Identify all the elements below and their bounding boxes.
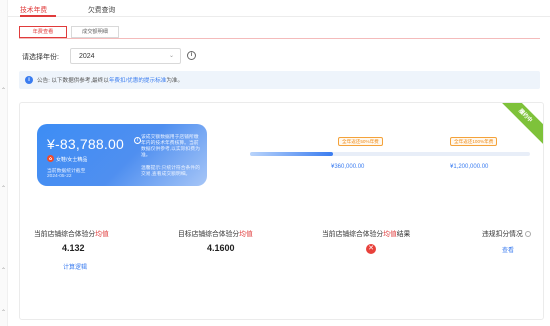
metric-label-highlight: 均值 — [239, 231, 253, 238]
metric-label: 目标店铺综合体验分均值 — [178, 228, 253, 238]
caret-up-icon[interactable]: ⌃ — [1, 310, 7, 316]
notice-text-before: 以下数据供参考,最终以 — [51, 78, 109, 84]
caret-up-icon[interactable]: ⌃ — [1, 186, 7, 192]
view-violation-link[interactable]: 查看 — [502, 245, 514, 254]
active-tab-indicator — [20, 15, 56, 17]
gmv-amount: ¥-83,788.00 — [47, 136, 124, 152]
metric-current-score-value: 4.132 — [62, 243, 85, 253]
metric-label-text: 当前店铺综合体验分 — [322, 231, 384, 238]
metric-label-text: 违规扣分情况 — [482, 231, 523, 238]
tab-annual-fee-view[interactable]: 年费查看 — [19, 26, 67, 38]
info-icon: i — [25, 76, 33, 84]
left-sidebar-gutter: ⌃ ⌃ ⌃ ⌃ — [0, 0, 8, 326]
year-select-value: 2024 — [79, 53, 95, 60]
metric-score-result: 当前店铺综合体验分均值结果 — [322, 228, 410, 238]
milestone-tag-50: 全年返还50%年费 — [338, 137, 383, 146]
metric-current-score: 当前店铺综合体验分均值 — [34, 228, 109, 238]
main-tab-bar: 技术年费 欠费查询 — [8, 0, 550, 17]
notice-text: 公告: 以下数据供参考,最终以年费扣/优惠的提示标准为准。 — [37, 76, 183, 84]
notice-highlight-link[interactable]: 年费扣/优惠的提示标准 — [109, 78, 167, 84]
caret-up-icon[interactable]: ⌃ — [1, 268, 7, 274]
milestone-value-100: ¥1,200,000.00 — [450, 164, 489, 170]
amount-summary-card: ¥-83,788.00 i 该成交额数据用于店铺所缴年内的技术年费核算。当前数据… — [37, 124, 207, 186]
tab-tech-annual-fee[interactable]: 技术年费 — [20, 4, 47, 14]
tab-arrears-query[interactable]: 欠费查询 — [88, 4, 115, 14]
sub-tab-divider — [19, 38, 540, 39]
gmv-progress-fill — [250, 152, 333, 156]
metric-label-text: 当前店铺综合体验分 — [34, 231, 96, 238]
help-circle-icon[interactable] — [524, 231, 531, 237]
metric-label: 违规扣分情况 — [482, 228, 531, 238]
metric-violation-deduction: 违规扣分情况 — [482, 228, 531, 238]
milestone-tag-100: 全年返还100%年费 — [450, 137, 498, 146]
metric-label-highlight: 均值 — [383, 231, 397, 238]
annual-fee-card: 履约中 ¥-83,788.00 i 该成交额数据用于店铺所缴年内的技术年费核算。… — [19, 102, 544, 320]
stat-cutoff-date: 2024-05-22 — [47, 174, 72, 179]
info-circle-icon[interactable]: i — [187, 51, 196, 60]
tip-text: 温馨提示:只统计符合条件的交易,查看成交额明细。 — [141, 166, 200, 177]
chevron-down-icon: ⌄ — [168, 53, 174, 59]
amount-description: 该成交额数据用于店铺所缴年内的技术年费核算。当前数据仅供参考,以实际扣费为准。 — [141, 135, 200, 158]
notice-prefix: 公告: — [37, 78, 50, 84]
milestone-value-50: ¥360,000.00 — [331, 164, 365, 170]
store-category-name: 女鞋/女士精品 — [56, 157, 88, 163]
gmv-progress-track — [250, 152, 530, 156]
stat-cutoff-label: 当前数据统计截至 — [47, 169, 86, 174]
store-icon: ✿ — [47, 155, 54, 162]
caret-up-icon[interactable]: ⌃ — [1, 88, 7, 94]
metric-target-score: 目标店铺综合体验分均值 — [178, 228, 253, 238]
metric-label-suffix: 结果 — [396, 231, 411, 238]
notice-text-after: 为准。 — [166, 78, 184, 84]
metric-label: 当前店铺综合体验分均值 — [34, 228, 109, 238]
metric-target-score-value: 4.1600 — [207, 243, 235, 253]
year-select[interactable]: 2024 ⌄ — [70, 48, 181, 64]
metric-label: 当前店铺综合体验分均值结果 — [322, 228, 410, 238]
calc-logic-link[interactable]: 计算逻辑 — [63, 262, 87, 271]
metric-label-text: 目标店铺综合体验分 — [178, 231, 240, 238]
tab-gmv-detail[interactable]: 成交额明细 — [71, 26, 119, 38]
status-ribbon: 履约中 — [491, 103, 543, 150]
year-filter-label: 请选择年份: — [22, 54, 59, 61]
notice-bar: i 公告: 以下数据供参考,最终以年费扣/优惠的提示标准为准。 — [19, 71, 540, 89]
info-circle-icon[interactable]: i — [134, 137, 141, 144]
close-circle-icon: ✕ — [366, 244, 376, 254]
metric-label-highlight: 均值 — [95, 231, 109, 238]
